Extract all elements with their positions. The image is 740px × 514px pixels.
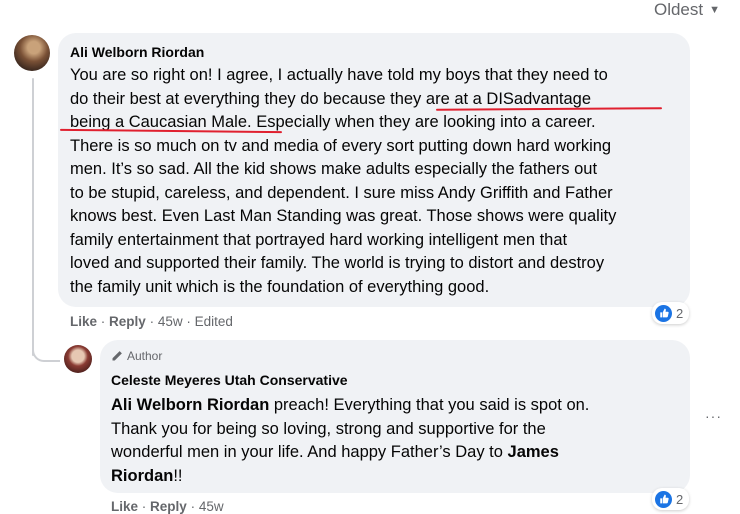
reply-text-fragment: preach! Everything that you said is spot… — [269, 396, 590, 414]
sort-dropdown[interactable]: Oldest ▼ — [654, 0, 720, 20]
comment-line: the family unit which is the foundation … — [70, 277, 490, 296]
mention-link[interactable]: James — [508, 443, 559, 461]
thumbs-up-icon — [655, 304, 672, 322]
reply-line: Thank you for being so loving, strong an… — [111, 419, 546, 438]
reply-line: wonderful men in your life. And happy Fa… — [111, 441, 671, 465]
reply-author[interactable]: Celeste Meyeres Utah Conservative — [111, 372, 348, 388]
thread-connector-line — [32, 78, 34, 356]
reaction-number: 2 — [676, 491, 684, 507]
reaction-number: 2 — [676, 305, 684, 321]
separator: · — [186, 314, 191, 329]
comment-line: knows best. Even Last Man Standing was g… — [70, 207, 617, 225]
reaction-count[interactable]: 2 — [652, 302, 690, 324]
avatar[interactable] — [64, 345, 92, 373]
avatar[interactable] — [14, 35, 50, 71]
separator: · — [100, 314, 106, 329]
thumbs-up-icon — [655, 490, 672, 508]
author-badge-label: Author — [127, 349, 163, 363]
comment-line: loved and supported their family. The wo… — [70, 254, 605, 272]
reply-link[interactable]: Reply — [109, 314, 146, 329]
comment-line: There is so much on tv and media of ever… — [70, 136, 612, 155]
timestamp[interactable]: 45w — [158, 314, 183, 329]
thread-connector-curve — [32, 330, 60, 362]
comment-line: men. It’s so sad. All the kid shows make… — [70, 160, 598, 178]
reaction-count[interactable]: 2 — [652, 488, 690, 510]
author-badge: Author — [111, 349, 162, 363]
comment-actions: Like · Reply · 45w · Edited — [70, 314, 233, 329]
pencil-icon — [111, 350, 123, 362]
sort-label: Oldest — [653, 0, 704, 19]
comment-line: family entertainment that portrayed hard… — [70, 230, 568, 249]
more-options-icon[interactable]: ··· — [705, 408, 722, 424]
mention-link[interactable]: Ali Welborn Riordan — [111, 396, 269, 414]
caret-down-icon: ▼ — [709, 4, 720, 16]
reply-line: Ali Welborn Riordan preach! Everything t… — [111, 394, 671, 418]
mention-link[interactable]: Riordan — [111, 467, 173, 485]
separator: · — [149, 314, 155, 329]
comment-text: You are so right on! I agree, I actually… — [70, 64, 682, 299]
reply-text: Ali Welborn Riordan preach! Everything t… — [111, 394, 671, 488]
reply-text-fragment: wonderful men in your life. And happy Fa… — [111, 443, 508, 461]
reply-line: Riordan!! — [111, 465, 671, 489]
reply-text-fragment: !! — [173, 466, 183, 485]
edited-label[interactable]: Edited — [195, 314, 233, 329]
comment-author[interactable]: Ali Welborn Riordan — [70, 44, 204, 60]
comment-line: to be stupid, careless, and dependent. I… — [70, 183, 613, 202]
comment-line: You are so right on! I agree, I actually… — [70, 66, 608, 84]
like-link[interactable]: Like — [70, 314, 97, 329]
